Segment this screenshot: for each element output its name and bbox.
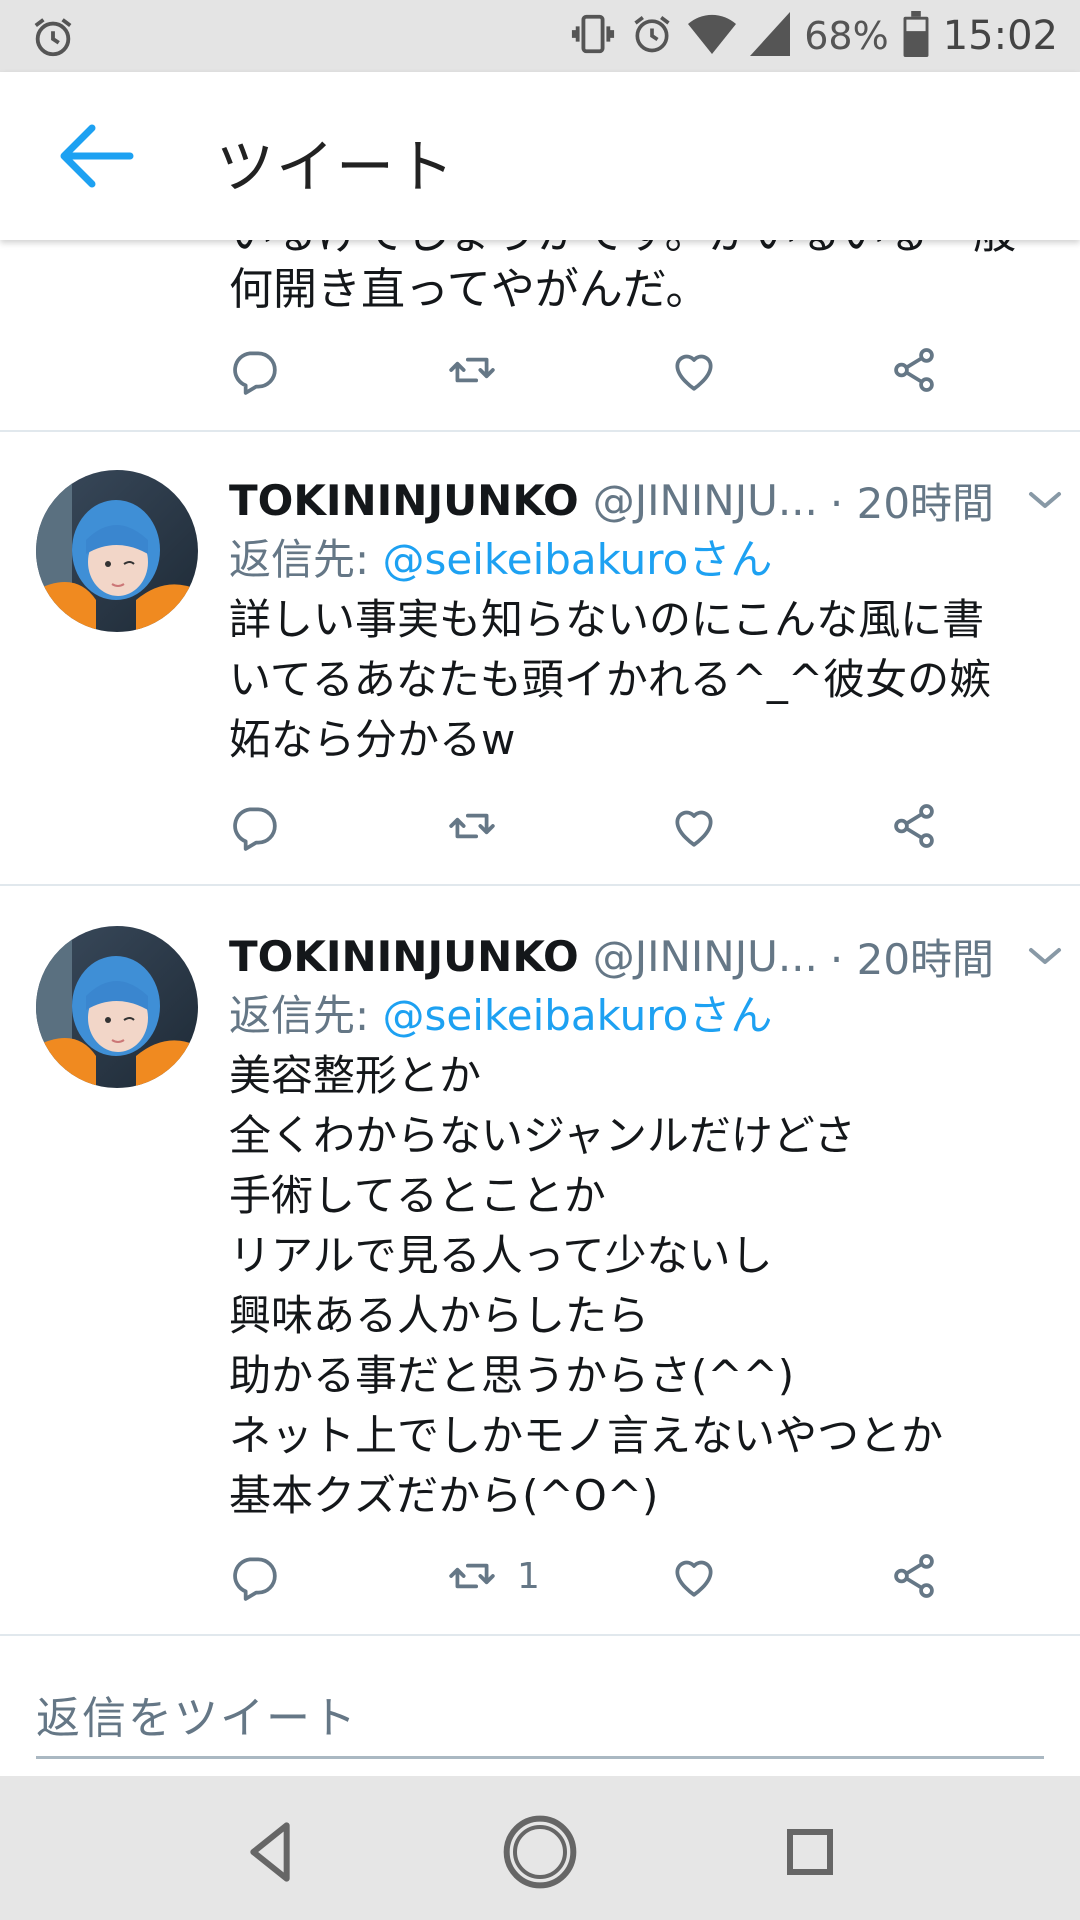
- alarm-icon: [630, 12, 674, 60]
- display-name[interactable]: TOKININJUNKO: [229, 932, 579, 981]
- page-title: ツイート: [216, 133, 457, 201]
- tweet-text-line: 手術してるとことか: [229, 1171, 606, 1220]
- battery-percent: 68%: [804, 14, 889, 58]
- status-bar: 68% 15:02: [0, 0, 1080, 72]
- navigation-bar: [0, 1776, 1080, 1920]
- input-underline: [36, 1756, 1044, 1759]
- reply-composer[interactable]: 返信をツイート: [0, 1636, 1080, 1776]
- retweet-button[interactable]: 1: [447, 1546, 540, 1606]
- avatar[interactable]: [36, 470, 198, 632]
- alarm-icon: [30, 14, 76, 64]
- like-button[interactable]: [669, 796, 719, 856]
- retweet-icon: [449, 813, 495, 839]
- wifi-icon: [688, 12, 737, 60]
- share-icon: [894, 1554, 934, 1598]
- tweet-header: TOKININJUNKO @JININJU... · 20時間: [229, 926, 1049, 986]
- like-button[interactable]: [669, 340, 719, 400]
- tweet-actions: [229, 340, 989, 400]
- tweet-text-line: 助かる事だと思うからさ(^^): [229, 1351, 795, 1400]
- recents-square-icon[interactable]: [770, 1812, 850, 1892]
- share-button[interactable]: [889, 340, 939, 400]
- vibrate-icon: [570, 11, 616, 61]
- reply-button[interactable]: [229, 796, 279, 856]
- reply-icon: [233, 351, 277, 395]
- reply-to-line: 返信先: @seikeibakuroさん: [229, 530, 1049, 590]
- mention-link[interactable]: @seikeibakuroさん: [383, 535, 773, 584]
- retweet-count: 1: [517, 1555, 540, 1597]
- user-handle[interactable]: @JININJU...: [593, 476, 818, 525]
- avatar[interactable]: [36, 926, 198, 1088]
- tweet-actions: 1: [229, 1546, 989, 1606]
- tweet-text-line: 妬なら分かるw: [229, 715, 516, 764]
- back-triangle-icon[interactable]: [230, 1812, 310, 1892]
- user-handle[interactable]: @JININJU...: [593, 932, 818, 981]
- share-icon: [894, 348, 934, 392]
- arrow-left-icon[interactable]: [56, 122, 136, 190]
- timestamp: · 20時間: [829, 478, 995, 528]
- tweet-thread: いるげでしょうかです。がいるいる一般 何開き直ってやがんだ。: [0, 240, 1080, 1776]
- tweet-text: 美容整形とか 全くわからないジャンルだけどさ 手術してるとことか リアルで見る人…: [229, 1046, 1049, 1526]
- home-circle-icon[interactable]: [500, 1812, 580, 1892]
- divider: [0, 884, 1080, 886]
- signal-icon: [750, 12, 791, 60]
- reply-input[interactable]: 返信をツイート: [36, 1682, 358, 1746]
- divider: [0, 430, 1080, 432]
- mention-link[interactable]: @seikeibakuroさん: [383, 991, 773, 1040]
- tweet-text: 詳しい事実も知らないのにこんな風に書 いてるあなたも頭イかれる^_^彼女の嫉 妬…: [229, 590, 1049, 770]
- share-icon: [894, 804, 934, 848]
- clock: 15:02: [942, 13, 1058, 59]
- chevron-down-icon[interactable]: [1021, 476, 1069, 524]
- retweet-button[interactable]: [447, 796, 517, 856]
- tweet-text-line: 何開き直ってやがんだ。: [229, 264, 710, 315]
- tweet-text-line: ネット上でしかモノ言えないやつとか: [229, 1411, 944, 1460]
- tweet-header: TOKININJUNKO @JININJU... · 20時間: [229, 470, 1049, 530]
- reply-button[interactable]: [229, 1546, 279, 1606]
- heart-icon: [675, 810, 713, 847]
- display-name[interactable]: TOKININJUNKO: [229, 476, 579, 525]
- tweet-text-line: いてるあなたも頭イかれる^_^彼女の嫉: [229, 655, 992, 704]
- chevron-down-icon[interactable]: [1021, 932, 1069, 980]
- heart-icon: [675, 1560, 713, 1597]
- reply-icon: [233, 1557, 277, 1601]
- tweet-text-line: 基本クズだから(^O^): [229, 1471, 659, 1520]
- reply-icon: [233, 807, 277, 851]
- reply-to-label: 返信先:: [229, 535, 370, 584]
- retweet-icon: [449, 1563, 495, 1589]
- reply-to-label: 返信先:: [229, 991, 370, 1040]
- tweet-actions: [229, 796, 989, 856]
- tweet-text-line: 全くわからないジャンルだけどさ: [229, 1111, 856, 1160]
- reply-button[interactable]: [229, 340, 279, 400]
- retweet-button[interactable]: [447, 340, 517, 400]
- share-button[interactable]: [889, 796, 939, 856]
- tweet-text-line: 興味ある人からしたら: [229, 1291, 650, 1340]
- reply-to-line: 返信先: @seikeibakuroさん: [229, 986, 1049, 1046]
- app-bar: ツイート: [0, 72, 1080, 240]
- tweet-text-line: 詳しい事実も知らないのにこんな風に書: [229, 595, 985, 644]
- tweet-text-line: 美容整形とか: [229, 1051, 482, 1100]
- tweet-text-line: リアルで見る人って少ないし: [229, 1231, 773, 1280]
- share-button[interactable]: [889, 1546, 939, 1606]
- like-button[interactable]: [669, 1546, 719, 1606]
- retweet-icon: [449, 357, 495, 383]
- battery-icon: [903, 11, 929, 61]
- heart-icon: [675, 354, 713, 391]
- timestamp: · 20時間: [829, 934, 995, 984]
